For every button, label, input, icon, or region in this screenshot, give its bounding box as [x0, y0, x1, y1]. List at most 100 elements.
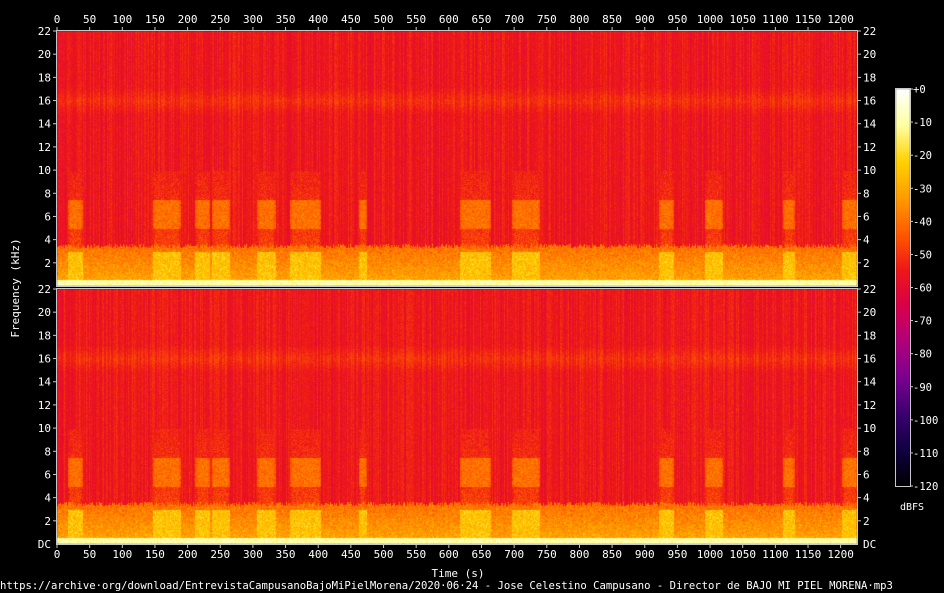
- y-left-tick-label: 14: [38, 118, 52, 131]
- x-top-tick-label: 700: [504, 13, 524, 26]
- x-top-tick-label: 1200: [827, 13, 854, 26]
- y-left-tick-label: 16: [38, 95, 51, 108]
- y-left-tick-label: 4: [44, 234, 51, 247]
- y-left-tick-label: 18: [38, 71, 51, 84]
- colorbar-tick-label: -120: [913, 481, 938, 493]
- colorbar-frame: [895, 88, 911, 487]
- colorbar-tick-label: -10: [913, 117, 932, 129]
- y-left-tick-label: 2: [44, 515, 51, 528]
- source-caption: https://archive·org/download/EntrevistaC…: [0, 580, 893, 592]
- y-right-tick-label: 20: [863, 48, 876, 61]
- y-left-tick-label: 8: [44, 187, 51, 200]
- x-top-tick-label: 1100: [762, 13, 789, 26]
- colorbar-tick-label: -80: [913, 349, 932, 361]
- y-left-tick-label: 10: [38, 164, 51, 177]
- y-right-tick-label: 22: [863, 25, 876, 38]
- x-bottom-tick-label: 800: [570, 548, 590, 561]
- x-top-tick-label: 1150: [795, 13, 822, 26]
- y-left-tick-label: 16: [38, 353, 51, 366]
- colorbar-label: dBFS: [900, 502, 924, 513]
- x-bottom-tick-label: 0: [54, 548, 61, 561]
- x-bottom-tick-label: 1100: [762, 548, 789, 561]
- colorbar-tick-label: -100: [913, 415, 938, 427]
- x-top-tick-label: 950: [667, 13, 687, 26]
- x-top-tick-label: 350: [276, 13, 296, 26]
- x-axis-label: Time (s): [432, 567, 485, 580]
- x-bottom-tick-label: 150: [145, 548, 165, 561]
- x-top-tick-label: 400: [308, 13, 328, 26]
- x-top-tick-label: 250: [210, 13, 230, 26]
- x-bottom-tick-label: 1050: [729, 548, 756, 561]
- x-top-tick-label: 450: [341, 13, 361, 26]
- x-top-tick-label: 50: [83, 13, 96, 26]
- x-top-tick-label: 900: [635, 13, 655, 26]
- x-top-tick-label: 650: [472, 13, 492, 26]
- x-top-tick-label: 600: [439, 13, 459, 26]
- colorbar-tick-label: -20: [913, 150, 932, 162]
- y-right-tick-label: 18: [863, 71, 876, 84]
- x-bottom-tick-label: 100: [112, 548, 132, 561]
- y-right-tick-label: 12: [863, 141, 876, 154]
- colorbar-tick-label: -110: [913, 448, 938, 460]
- y-axis-label: Frequency (kHz): [9, 238, 22, 337]
- colorbar-tick-label: -90: [913, 382, 932, 394]
- chart-overlay: 0 50 100 150 200 250 300 350 400 450 500 550 600 650 7…: [0, 13, 938, 592]
- y-right-tick-label: 10: [863, 164, 876, 177]
- y-right-tick-label: 8: [863, 187, 870, 200]
- y-left-tick-label: 12: [38, 141, 51, 154]
- y-right-tick-label: 12: [863, 399, 876, 412]
- x-top-tick-label: 500: [374, 13, 394, 26]
- channel-1-frame: [56, 30, 858, 287]
- y-right-tick-label: 22: [863, 283, 876, 296]
- x-top-tick-label: 300: [243, 13, 263, 26]
- y-left-tick-label: 12: [38, 399, 51, 412]
- x-top-tick-label: 800: [570, 13, 590, 26]
- y-right-tick-label: 16: [863, 95, 876, 108]
- colorbar-tick-label: -60: [913, 283, 932, 295]
- colorbar-tick-label: -30: [913, 183, 932, 195]
- x-top-tick-label: 100: [112, 13, 132, 26]
- x-bottom-tick-label: 750: [537, 548, 557, 561]
- y-left-tick-label: 22: [38, 25, 51, 38]
- x-bottom-tick-label: 400: [308, 548, 328, 561]
- y-left-tick-label: 6: [44, 210, 51, 223]
- x-top-tick-label: 1050: [729, 13, 756, 26]
- x-bottom-tick-label: 550: [406, 548, 426, 561]
- x-top-ticks: 0 50 100 150 200 250 300 350 400 450 500 550 600 650 7…: [54, 13, 854, 31]
- y-right-tick-label: 16: [863, 353, 876, 366]
- y-left-tick-label: 6: [44, 468, 51, 481]
- y-right-dc-label: DC: [863, 538, 876, 551]
- colorbar-tick-label: -40: [913, 216, 932, 228]
- y-right-tick-label: 14: [863, 376, 877, 389]
- y-right-tick-label: 2: [863, 515, 870, 528]
- y-right-tick-label: 2: [863, 257, 870, 270]
- y-left-tick-label: 20: [38, 48, 51, 61]
- y-right-tick-label: 4: [863, 234, 870, 247]
- x-bottom-tick-label: 1000: [697, 548, 724, 561]
- x-top-tick-label: 550: [406, 13, 426, 26]
- channel-2-frame: [56, 288, 858, 545]
- y-right-ticks: 222018161412108642222018161412108642DC: [857, 25, 877, 551]
- x-bottom-tick-label: 1200: [827, 548, 854, 561]
- colorbar-tick-label: +0: [913, 84, 926, 96]
- y-left-tick-label: 18: [38, 329, 51, 342]
- y-left-ticks: 222018161412108642222018161412108642DC: [38, 25, 57, 551]
- y-right-tick-label: 20: [863, 306, 876, 319]
- x-bottom-tick-label: 900: [635, 548, 655, 561]
- y-left-tick-label: 2: [44, 257, 51, 270]
- x-top-tick-label: 200: [178, 13, 198, 26]
- y-left-tick-label: 10: [38, 422, 51, 435]
- x-bottom-tick-label: 700: [504, 548, 524, 561]
- y-right-tick-label: 8: [863, 445, 870, 458]
- x-top-tick-label: 0: [54, 13, 61, 26]
- x-top-tick-label: 850: [602, 13, 622, 26]
- y-right-tick-label: 6: [863, 468, 870, 481]
- y-left-tick-label: 4: [44, 492, 51, 505]
- x-bottom-tick-label: 500: [374, 548, 394, 561]
- x-bottom-tick-label: 950: [667, 548, 687, 561]
- x-bottom-tick-label: 350: [276, 548, 296, 561]
- y-right-tick-label: 4: [863, 492, 870, 505]
- x-bottom-tick-label: 1150: [795, 548, 822, 561]
- y-right-tick-label: 18: [863, 329, 876, 342]
- y-left-tick-label: 14: [38, 376, 52, 389]
